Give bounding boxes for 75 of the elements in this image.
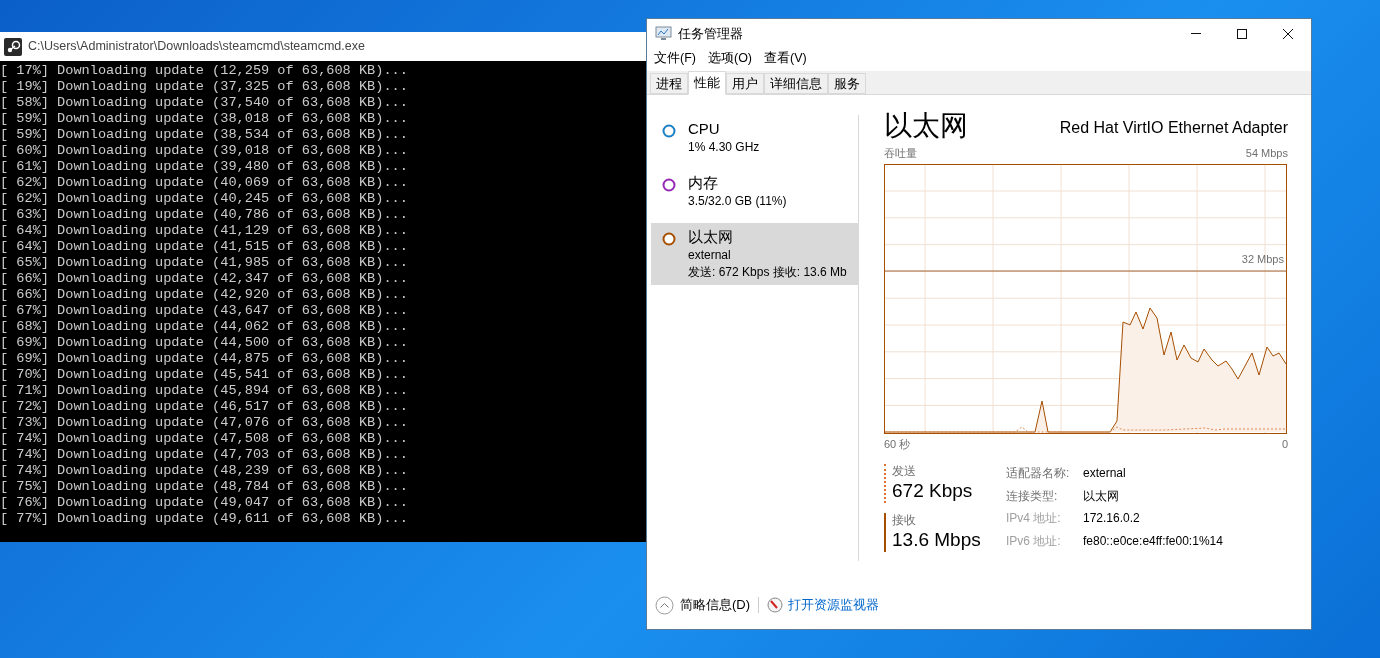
sidebar-item[interactable]: 内存 3.5/32.0 GB (11%)	[651, 169, 858, 219]
console-line: [ 69%] Downloading update (44,500 of 63,608 KB)...	[0, 335, 409, 351]
console-line: [ 69%] Downloading update (44,875 of 63,608 KB)...	[0, 351, 409, 367]
item-detail: 1% 4.30 GHz	[688, 139, 760, 156]
steam-logo-icon	[4, 37, 22, 56]
sidebar-item[interactable]: CPU 1% 4.30 GHz	[651, 115, 858, 165]
console-line: [ 71%] Downloading update (45,894 of 63,608 KB)...	[0, 383, 409, 399]
console-line: [ 17%] Downloading update (12,259 of 63,608 KB)...	[0, 63, 409, 79]
item-name: 以太网	[688, 227, 734, 247]
window-title: C:\Users\Administrator\Downloads\steamcmd\steamcmd.exe	[28, 38, 365, 56]
maximize-icon	[1237, 28, 1247, 39]
property-value: external	[1083, 465, 1127, 482]
console-line: [ 65%] Downloading update (41,985 of 63,608 KB)...	[0, 255, 409, 271]
chevron-up-icon	[655, 595, 674, 615]
menu-item[interactable]: 查看(V)	[764, 48, 807, 68]
item-detail: external	[688, 247, 732, 264]
close-icon	[1283, 28, 1293, 39]
chart-label: 吞吐量	[884, 146, 917, 161]
time-span-label: 60 秒	[884, 436, 911, 452]
console-line: [ 66%] Downloading update (42,920 of 63,608 KB)...	[0, 287, 409, 303]
tab[interactable]: 用户	[726, 73, 764, 94]
chart-mid-label: 32 Mbps	[1241, 251, 1284, 267]
console-line: [ 60%] Downloading update (39,018 of 63,608 KB)...	[0, 143, 409, 159]
panel-title: 以太网	[884, 109, 968, 143]
resource-monitor-link[interactable]: 打开资源监视器	[788, 595, 880, 615]
console-line: [ 58%] Downloading update (37,540 of 63,608 KB)...	[0, 95, 409, 111]
console-line: [ 66%] Downloading update (42,347 of 63,608 KB)...	[0, 271, 409, 287]
menu-item[interactable]: 文件(F)	[654, 48, 696, 68]
console-line: [ 70%] Downloading update (45,541 of 63,608 KB)...	[0, 367, 409, 383]
item-name: 内存	[688, 173, 719, 193]
console-line: [ 74%] Downloading update (47,703 of 63,608 KB)...	[0, 447, 409, 463]
property-label: 连接类型:	[1006, 487, 1059, 505]
console-line: [ 59%] Downloading update (38,018 of 63,608 KB)...	[0, 111, 409, 127]
console-line: [ 62%] Downloading update (40,245 of 63,608 KB)...	[0, 191, 409, 207]
console-line: [ 68%] Downloading update (44,062 of 63,608 KB)...	[0, 319, 409, 335]
time-end-label: 0	[1281, 436, 1288, 452]
tab[interactable]: 详细信息	[764, 73, 828, 94]
item-detail: 3.5/32.0 GB (11%)	[688, 193, 787, 210]
console-line: [ 73%] Downloading update (47,076 of 63,608 KB)...	[0, 415, 409, 431]
console-line: [ 75%] Downloading update (48,784 of 63,608 KB)...	[0, 479, 409, 495]
send-stat: 发送 672 Kbps	[884, 464, 1006, 503]
console-line: [ 59%] Downloading update (38,534 of 63,608 KB)...	[0, 127, 409, 143]
property-value: 以太网	[1083, 487, 1120, 505]
property-label: IPv6 地址:	[1006, 532, 1062, 550]
property-label: IPv4 地址:	[1006, 510, 1062, 527]
console-line: [ 74%] Downloading update (47,508 of 63,608 KB)...	[0, 431, 409, 447]
item-detail: 发送: 672 Kbps 接收: 13.6 Mb	[688, 264, 847, 281]
console-line: [ 61%] Downloading update (39,480 of 63,608 KB)...	[0, 159, 409, 175]
console-line: [ 63%] Downloading update (40,786 of 63,608 KB)...	[0, 207, 409, 223]
console-line: [ 62%] Downloading update (40,069 of 63,608 KB)...	[0, 175, 409, 191]
console-line: [ 64%] Downloading update (41,129 of 63,608 KB)...	[0, 223, 409, 239]
gauge-icon	[767, 597, 784, 613]
menu-item[interactable]: 选项(O)	[707, 48, 753, 68]
monitor-icon	[655, 26, 672, 41]
property-label: 适配器名称:	[1006, 465, 1071, 482]
console-line: [ 72%] Downloading update (46,517 of 63,608 KB)...	[0, 399, 409, 415]
sidebar-item[interactable]: 以太网 external 发送: 672 Kbps 接收: 13.6 Mb	[651, 223, 858, 285]
item-name: CPU	[688, 119, 721, 139]
console-line: [ 77%] Downloading update (49,611 of 63,608 KB)...	[0, 511, 409, 527]
property-value: 172.16.0.2	[1083, 510, 1141, 527]
adapter-name: Red Hat VirtIO Ethernet Adapter	[1059, 118, 1288, 138]
console-line: [ 67%] Downloading update (43,647 of 63,608 KB)...	[0, 303, 409, 319]
tab[interactable]: 进程	[650, 73, 688, 94]
tab[interactable]: 服务	[828, 73, 866, 94]
console-line: [ 74%] Downloading update (48,239 of 63,608 KB)...	[0, 463, 409, 479]
window-title: 任务管理器	[678, 24, 743, 43]
minimize-icon	[1191, 33, 1201, 34]
property-value: fe80::e0ce:e4ff:fe00:1%14	[1083, 532, 1223, 550]
chart-max-label: 54 Mbps	[1245, 146, 1288, 161]
console-line: [ 64%] Downloading update (41,515 of 63,608 KB)...	[0, 239, 409, 255]
summary-toggle-button[interactable]: 简略信息(D)	[655, 595, 751, 615]
console-line: [ 76%] Downloading update (49,047 of 63,608 KB)...	[0, 495, 409, 511]
receive-stat: 接收 13.6 Mbps	[884, 513, 1006, 552]
console-line: [ 19%] Downloading update (37,325 of 63,608 KB)...	[0, 79, 409, 95]
tab[interactable]: 性能	[688, 71, 726, 95]
